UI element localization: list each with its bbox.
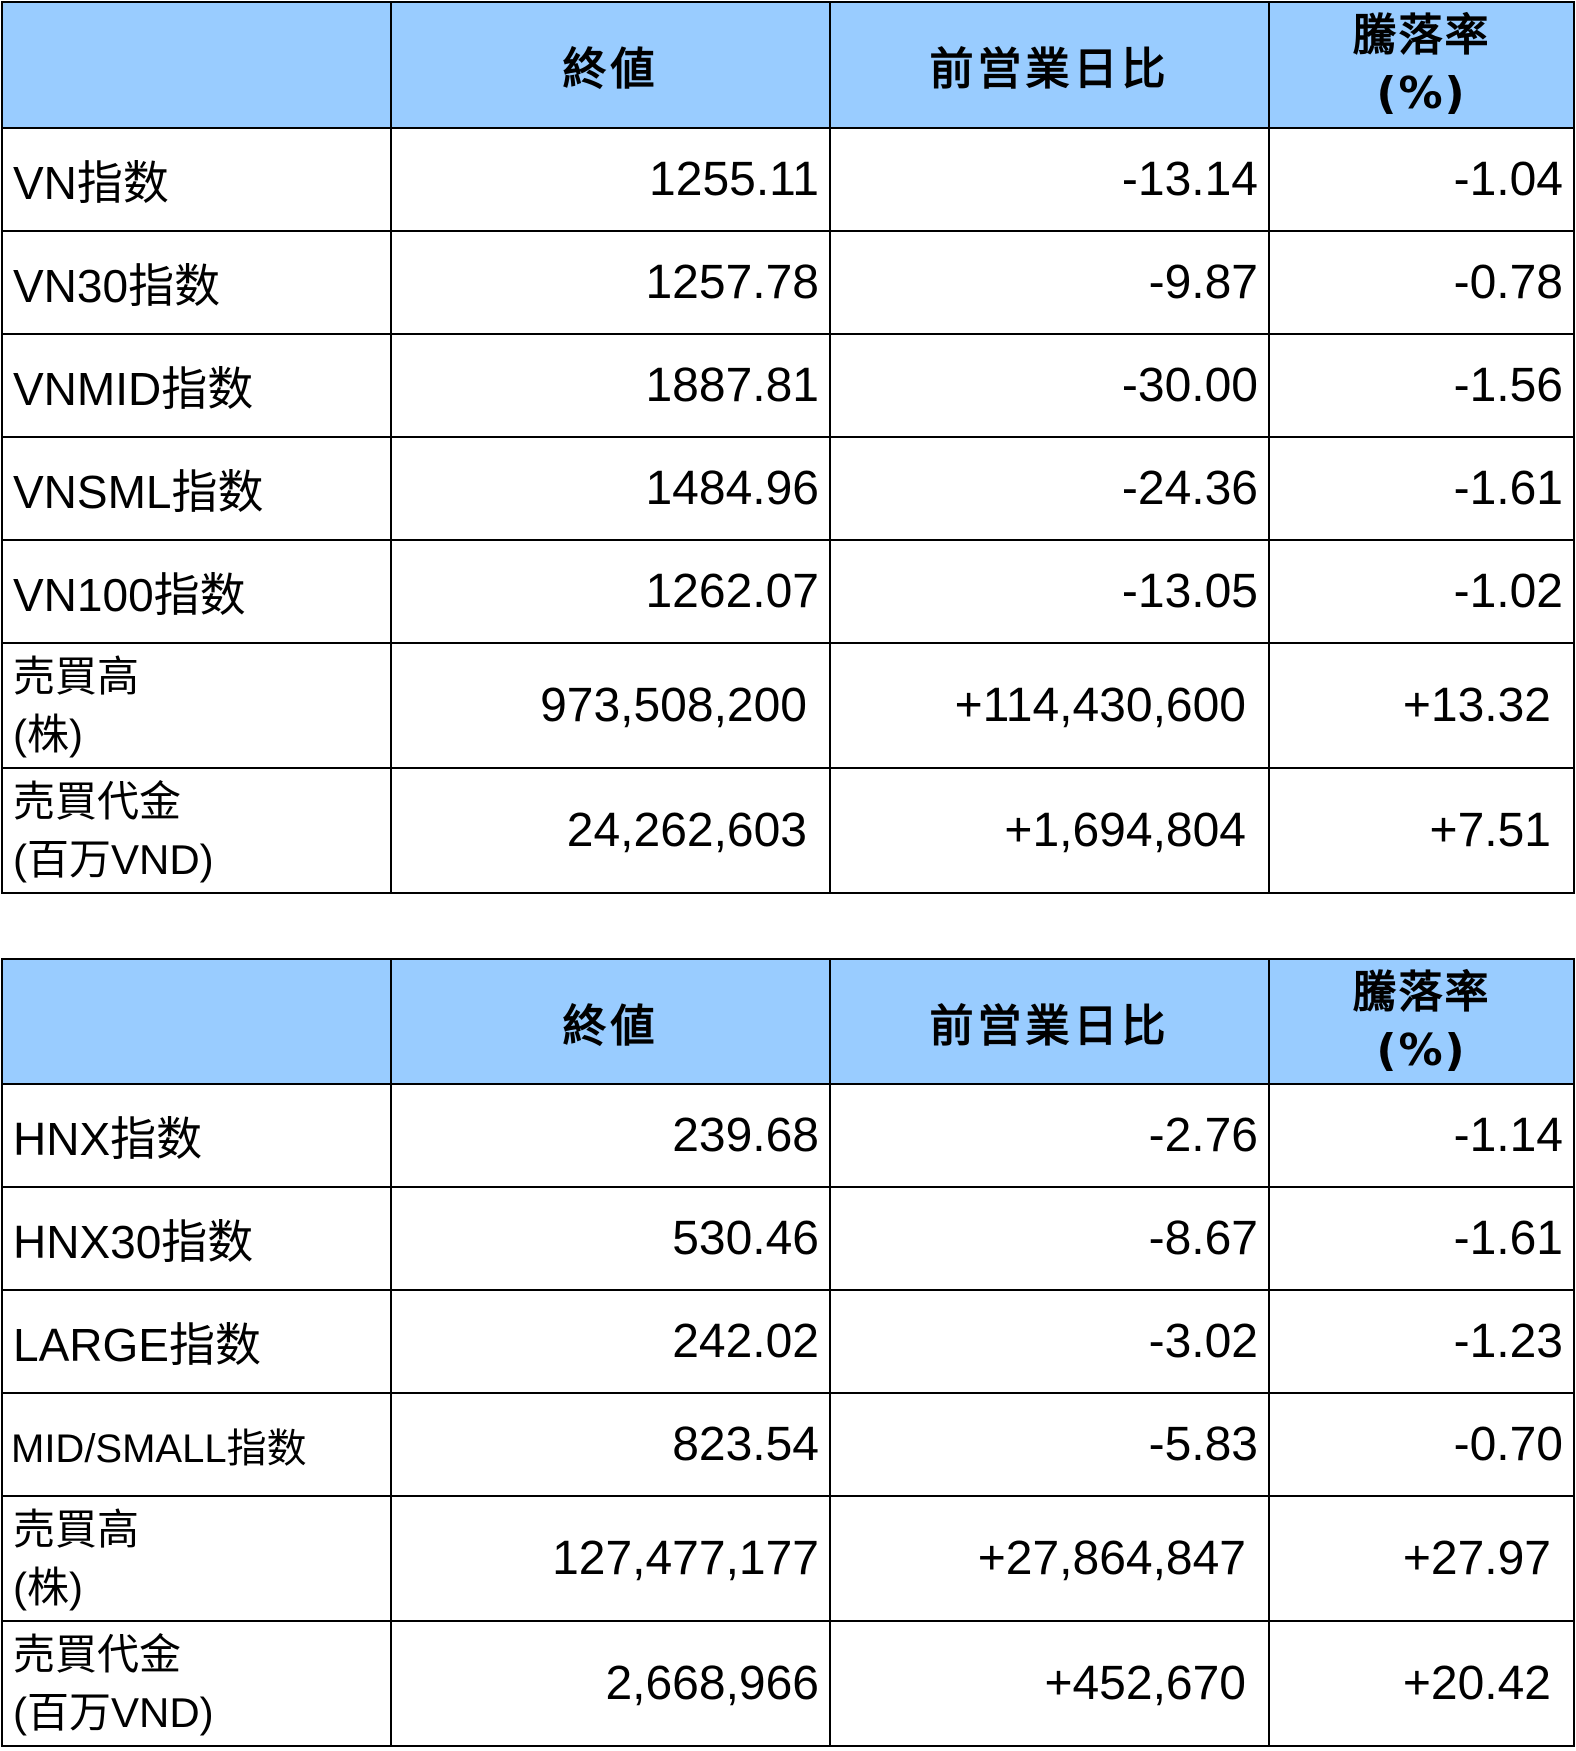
change-value: -3.02 (829, 1289, 1270, 1394)
row-label: HNX30指数 (1, 1186, 392, 1291)
header-blank-cell (1, 958, 392, 1085)
row-label-line2: (株) (13, 1563, 83, 1611)
row-label: HNX指数 (1, 1083, 392, 1188)
header-close: 終値 (390, 958, 831, 1085)
close-value: 1262.07 (390, 539, 831, 644)
header-rate: 騰落率 (%) (1268, 1, 1575, 129)
header-rate-line2: (%) (1376, 1025, 1467, 1076)
change-value: -30.00 (829, 333, 1270, 438)
row-label-line1: 売買高 (13, 652, 140, 700)
table-row: VNMID指数 1887.81 -30.00 -1.56 (1, 333, 1575, 438)
row-label: VNSML指数 (1, 436, 392, 541)
header-rate-line1: 騰落率 (1352, 967, 1491, 1018)
change-value: -13.05 (829, 539, 1270, 644)
table-row: HNX指数 239.68 -2.76 -1.14 (1, 1083, 1575, 1188)
change-value: -2.76 (829, 1083, 1270, 1188)
change-value: +27,864,847 (829, 1495, 1270, 1622)
table-row: VN30指数 1257.78 -9.87 -0.78 (1, 230, 1575, 335)
table-row: 売買高 (株) 973,508,200 +114,430,600 +13.32 (1, 642, 1575, 769)
change-value: -5.83 (829, 1392, 1270, 1497)
row-label: 売買代金 (百万VND) (1, 1620, 392, 1747)
table-header-row: 終値 前営業日比 騰落率 (%) (1, 958, 1575, 1085)
rate-value: -0.78 (1268, 230, 1575, 335)
close-value: 530.46 (390, 1186, 831, 1291)
rate-value: +20.42 (1268, 1620, 1575, 1747)
rate-value: +7.51 (1268, 767, 1575, 894)
rate-value: -1.04 (1268, 127, 1575, 232)
rate-value: -1.23 (1268, 1289, 1575, 1394)
row-label: VNMID指数 (1, 333, 392, 438)
hose-index-table: 終値 前営業日比 騰落率 (%) VN指数 1255.11 -13.14 -1.… (1, 1, 1575, 894)
row-label: LARGE指数 (1, 1289, 392, 1394)
close-value: 2,668,966 (390, 1620, 831, 1747)
close-value: 127,477,177 (390, 1495, 831, 1622)
table-row: 売買高 (株) 127,477,177 +27,864,847 +27.97 (1, 1495, 1575, 1622)
table-row: VN指数 1255.11 -13.14 -1.04 (1, 127, 1575, 232)
change-value: -13.14 (829, 127, 1270, 232)
row-label: VN100指数 (1, 539, 392, 644)
rate-value: -1.56 (1268, 333, 1575, 438)
close-value: 239.68 (390, 1083, 831, 1188)
close-value: 1255.11 (390, 127, 831, 232)
close-value: 1484.96 (390, 436, 831, 541)
close-value: 24,262,603 (390, 767, 831, 894)
row-label-line2: (百万VND) (13, 835, 214, 883)
row-label-line1: 売買高 (13, 1505, 140, 1553)
table-row: 売買代金 (百万VND) 2,668,966 +452,670 +20.42 (1, 1620, 1575, 1747)
close-value: 823.54 (390, 1392, 831, 1497)
header-close: 終値 (390, 1, 831, 129)
rate-value: +13.32 (1268, 642, 1575, 769)
close-value: 973,508,200 (390, 642, 831, 769)
table-row: VNSML指数 1484.96 -24.36 -1.61 (1, 436, 1575, 541)
header-change: 前営業日比 (829, 1, 1270, 129)
row-label-line2: (株) (13, 710, 83, 758)
table-row: HNX30指数 530.46 -8.67 -1.61 (1, 1186, 1575, 1291)
rate-value: -1.02 (1268, 539, 1575, 644)
close-value: 1887.81 (390, 333, 831, 438)
rate-value: -1.61 (1268, 436, 1575, 541)
row-label: MID/SMALL指数 (1, 1392, 392, 1497)
table-row: 売買代金 (百万VND) 24,262,603 +1,694,804 +7.51 (1, 767, 1575, 894)
row-label: VN30指数 (1, 230, 392, 335)
header-rate: 騰落率 (%) (1268, 958, 1575, 1085)
rate-value: -1.14 (1268, 1083, 1575, 1188)
row-label-line2: (百万VND) (13, 1688, 214, 1736)
header-change: 前営業日比 (829, 958, 1270, 1085)
change-value: +114,430,600 (829, 642, 1270, 769)
row-label: 売買代金 (百万VND) (1, 767, 392, 894)
row-label-line1: 売買代金 (13, 777, 182, 825)
table-row: VN100指数 1262.07 -13.05 -1.02 (1, 539, 1575, 644)
rate-value: -1.61 (1268, 1186, 1575, 1291)
header-rate-line1: 騰落率 (1352, 10, 1491, 61)
table-row: LARGE指数 242.02 -3.02 -1.23 (1, 1289, 1575, 1394)
row-label: VN指数 (1, 127, 392, 232)
rate-value: +27.97 (1268, 1495, 1575, 1622)
hnx-index-table: 終値 前営業日比 騰落率 (%) HNX指数 239.68 -2.76 -1.1… (1, 958, 1575, 1747)
header-blank-cell (1, 1, 392, 129)
row-label: 売買高 (株) (1, 1495, 392, 1622)
row-label-line1: 売買代金 (13, 1630, 182, 1678)
close-value: 242.02 (390, 1289, 831, 1394)
header-rate-line2: (%) (1376, 68, 1467, 119)
table-header-row: 終値 前営業日比 騰落率 (%) (1, 1, 1575, 129)
close-value: 1257.78 (390, 230, 831, 335)
table-row: MID/SMALL指数 823.54 -5.83 -0.70 (1, 1392, 1575, 1497)
row-label: 売買高 (株) (1, 642, 392, 769)
rate-value: -0.70 (1268, 1392, 1575, 1497)
change-value: -9.87 (829, 230, 1270, 335)
change-value: +1,694,804 (829, 767, 1270, 894)
change-value: +452,670 (829, 1620, 1270, 1747)
change-value: -8.67 (829, 1186, 1270, 1291)
change-value: -24.36 (829, 436, 1270, 541)
